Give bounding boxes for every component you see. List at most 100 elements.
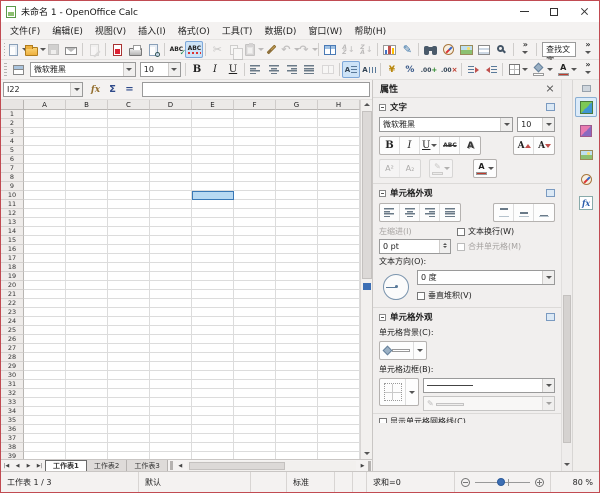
cell[interactable]: [150, 299, 192, 308]
cell[interactable]: [276, 344, 318, 353]
vertical-scroll-track[interactable]: [361, 111, 373, 448]
row-header-16[interactable]: 16: [1, 245, 24, 254]
cell[interactable]: [318, 398, 360, 407]
row-header-19[interactable]: 19: [1, 272, 24, 281]
cell[interactable]: [150, 434, 192, 443]
cell[interactable]: [150, 146, 192, 155]
cell[interactable]: [66, 227, 108, 236]
sheet-tab-2[interactable]: 工作表2: [87, 460, 127, 471]
cell[interactable]: [108, 389, 150, 398]
cell[interactable]: [24, 371, 66, 380]
cell[interactable]: [24, 353, 66, 362]
cell[interactable]: [192, 155, 234, 164]
borders-button[interactable]: [505, 61, 530, 78]
cell[interactable]: [276, 362, 318, 371]
cell[interactable]: [192, 146, 234, 155]
cell[interactable]: [192, 299, 234, 308]
cell[interactable]: [234, 191, 276, 200]
cell[interactable]: [24, 398, 66, 407]
cell[interactable]: [66, 317, 108, 326]
cell[interactable]: [234, 371, 276, 380]
status-page-style[interactable]: 默认: [139, 472, 251, 492]
underline-button[interactable]: U: [224, 61, 242, 78]
degrees-dropdown[interactable]: [542, 271, 554, 284]
menu-insert[interactable]: 插入(I): [132, 22, 172, 39]
cell[interactable]: [66, 137, 108, 146]
cell[interactable]: [276, 119, 318, 128]
panel-text-header[interactable]: 文字: [373, 97, 561, 115]
cell[interactable]: [234, 272, 276, 281]
cell[interactable]: [318, 119, 360, 128]
cell[interactable]: [24, 236, 66, 245]
cell[interactable]: [66, 353, 108, 362]
sidebar-scrollbar[interactable]: [561, 80, 572, 471]
clone-formatting-button[interactable]: [262, 41, 280, 58]
font-name-select[interactable]: 微软雅黑: [30, 62, 136, 77]
row-header-23[interactable]: 23: [1, 308, 24, 317]
row-header-20[interactable]: 20: [1, 281, 24, 290]
cell[interactable]: [276, 182, 318, 191]
cell[interactable]: [24, 272, 66, 281]
toolbar-grip[interactable]: [4, 63, 7, 77]
cell[interactable]: [24, 137, 66, 146]
align-left-button[interactable]: [247, 61, 265, 78]
sidebar-strikethrough-button[interactable]: ABC: [440, 137, 460, 154]
row-header-26[interactable]: 26: [1, 335, 24, 344]
cell[interactable]: [318, 191, 360, 200]
delete-decimal-place-button[interactable]: .00×: [439, 61, 459, 78]
font-name-dropdown[interactable]: [123, 63, 135, 76]
cell[interactable]: [318, 407, 360, 416]
function-wizard-button[interactable]: fx: [87, 82, 104, 98]
zoom-out-button[interactable]: [461, 478, 470, 487]
cell[interactable]: [276, 245, 318, 254]
cell[interactable]: [24, 317, 66, 326]
cell[interactable]: [234, 119, 276, 128]
row-header-32[interactable]: 32: [1, 389, 24, 398]
cell[interactable]: [66, 308, 108, 317]
cell[interactable]: [24, 308, 66, 317]
cell[interactable]: [318, 344, 360, 353]
cell[interactable]: [276, 254, 318, 263]
cell[interactable]: [108, 344, 150, 353]
close-button[interactable]: [569, 1, 599, 22]
cell[interactable]: [150, 236, 192, 245]
cell[interactable]: [150, 209, 192, 218]
cell[interactable]: [192, 371, 234, 380]
cell[interactable]: [150, 245, 192, 254]
cell[interactable]: [276, 137, 318, 146]
panel-appearance-header[interactable]: 单元格外观: [373, 307, 561, 325]
cell[interactable]: [318, 182, 360, 191]
cell[interactable]: [192, 290, 234, 299]
cell[interactable]: [276, 308, 318, 317]
cell[interactable]: [108, 452, 150, 459]
cell[interactable]: [150, 164, 192, 173]
align-vcenter-button[interactable]: [514, 204, 534, 221]
cell[interactable]: [234, 245, 276, 254]
cell[interactable]: [150, 182, 192, 191]
cell[interactable]: [66, 290, 108, 299]
cell[interactable]: [276, 407, 318, 416]
row-header-35[interactable]: 35: [1, 416, 24, 425]
cell[interactable]: [234, 380, 276, 389]
column-header-E[interactable]: E: [192, 100, 234, 110]
cell[interactable]: [66, 119, 108, 128]
cell[interactable]: [234, 353, 276, 362]
spinner-buttons[interactable]: [439, 240, 450, 253]
line-style-dropdown[interactable]: [542, 379, 554, 392]
print-button[interactable]: [126, 41, 144, 58]
cell[interactable]: [276, 146, 318, 155]
cell[interactable]: [192, 173, 234, 182]
cell[interactable]: [276, 209, 318, 218]
cell[interactable]: [234, 137, 276, 146]
cell[interactable]: [108, 371, 150, 380]
export-pdf-button[interactable]: [108, 41, 126, 58]
tab-scroll-splitter[interactable]: [170, 461, 173, 470]
column-header-G[interactable]: G: [276, 100, 318, 110]
scroll-left-button[interactable]: ◀: [175, 463, 186, 469]
spellcheck-button[interactable]: ABC✓: [167, 41, 185, 58]
cell[interactable]: [276, 263, 318, 272]
sheet-tab-1[interactable]: 工作表1: [45, 460, 87, 471]
cell[interactable]: [318, 164, 360, 173]
cell[interactable]: [66, 146, 108, 155]
row-header-6[interactable]: 6: [1, 155, 24, 164]
